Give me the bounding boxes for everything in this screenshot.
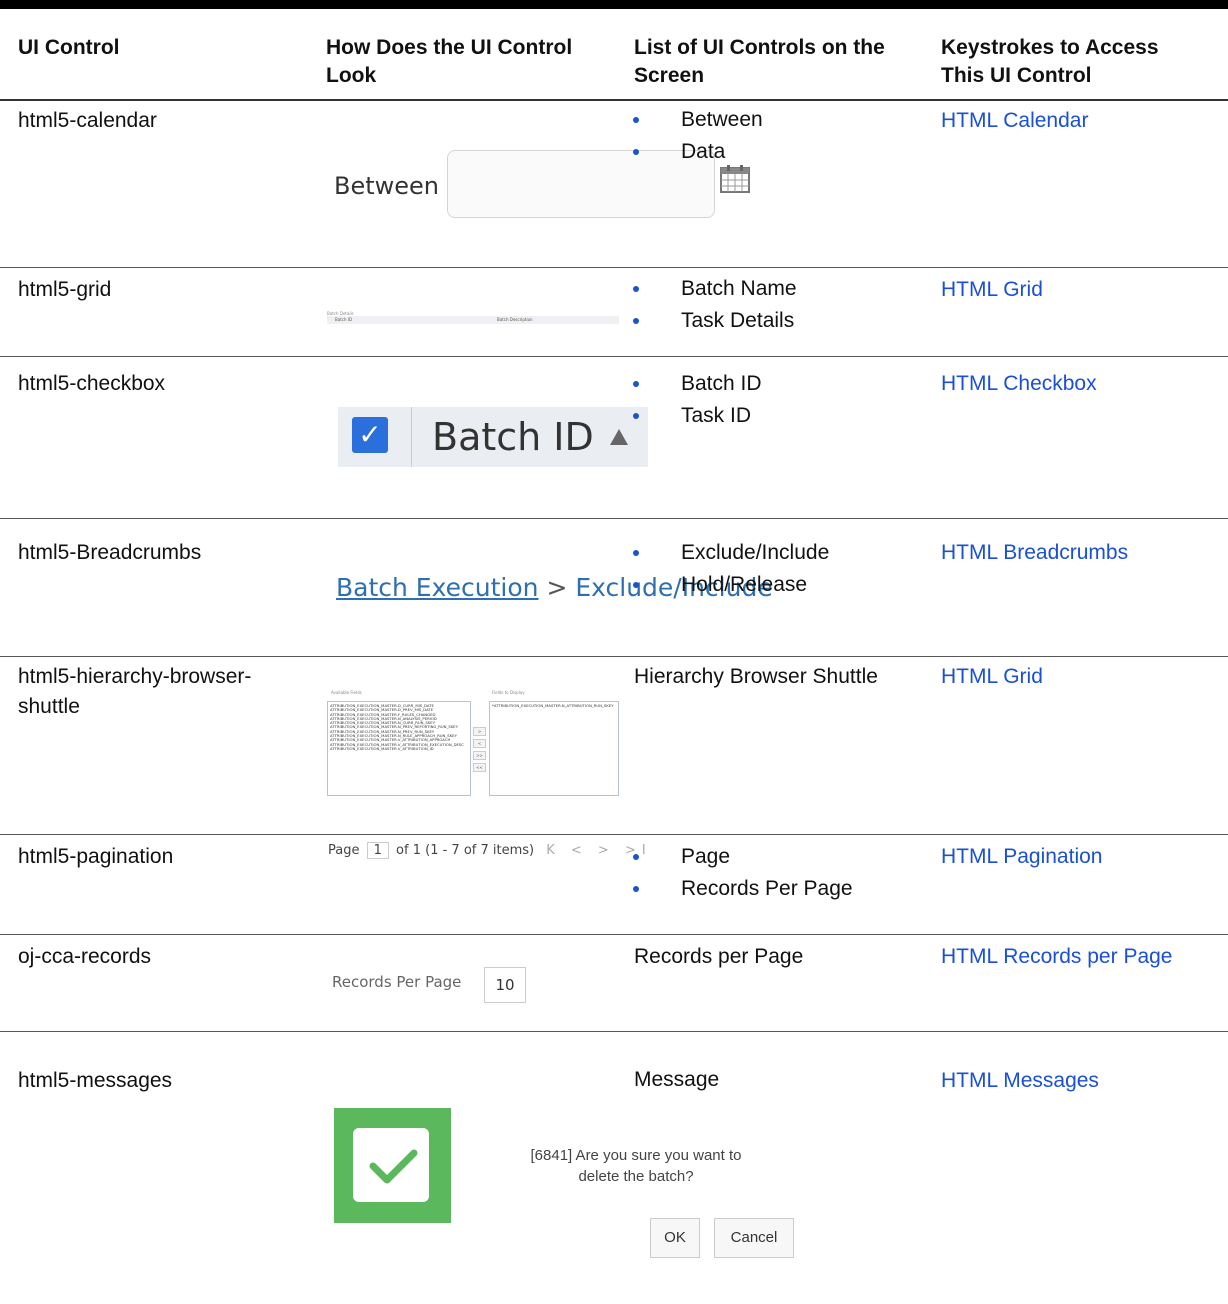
control-name: html5-grid [18,278,112,301]
list-item: Between [633,104,763,136]
pagination: Page 1 of 1 (1 - 7 of 7 items) K < > >I [328,842,652,859]
move-all-right-button[interactable]: >> [473,751,486,760]
available-fields-list[interactable]: ATTRIBUTION_EXECUTION_MASTER.D_CURR_MIS_… [327,701,471,796]
header-look-line2: Look [326,64,377,87]
control-list: Between Data [633,104,763,168]
control-name: oj-cca-records [18,945,152,968]
control-list-text: Message [634,1068,720,1091]
list-item: Exclude/Include [633,537,829,569]
available-fields-caption: Available Fields [331,690,362,695]
list-item[interactable]: ATTRIBUTION_EXECUTION_MASTER.V_ATTRIBUTI… [330,747,470,751]
list-item[interactable]: *ATTRIBUTION_EXECUTION_MASTER.N_ATTRIBUT… [490,702,618,708]
cancel-button[interactable]: Cancel [714,1218,794,1258]
header-look-line1: How Does the UI Control [326,36,573,59]
control-list: Exclude/Include Hold/Release [633,537,829,601]
grid-col-batch-id: Batch ID [335,317,353,322]
link-html-records-per-page[interactable]: HTML Records per Page [941,942,1172,972]
control-list-text: Hierarchy Browser Shuttle [634,665,878,688]
shuttle-thumbnail: Available Fields Fields to Display ATTRI… [326,690,621,798]
header-list-line2: Screen [634,64,705,87]
row-divider [0,518,1228,519]
header-divider [0,99,1228,101]
records-per-page-label: Records Per Page [332,973,462,991]
control-name: html5-pagination [18,845,174,868]
message-text: [6841] Are you sure you want to delete t… [486,1145,786,1187]
list-item: Hold/Release [633,569,829,601]
calendar-icon[interactable] [719,164,751,194]
move-left-button[interactable]: < [473,739,486,748]
list-item: Batch Name [633,273,797,305]
control-name: html5-hierarchy-browser- shuttle [18,662,251,722]
control-name-line2: shuttle [18,695,80,718]
header-list: List of UI Controls on the Screen [634,34,885,90]
top-rule [0,0,1228,9]
link-html-messages[interactable]: HTML Messages [941,1066,1099,1096]
calendar-label: Between [334,172,440,200]
fields-to-display-caption: Fields to Display [492,690,525,695]
control-list: Batch ID Task ID [633,368,762,432]
list-item: Batch ID [633,368,762,400]
grid-header-row: Batch ID Batch Description [327,316,619,324]
link-html-checkbox[interactable]: HTML Checkbox [941,369,1097,399]
move-all-left-button[interactable]: << [473,763,486,772]
header-keystrokes: Keystrokes to Access This UI Control [941,34,1159,90]
checkbox-thumbnail: ✓ Batch ID [338,407,648,467]
header-ui-control: UI Control [18,36,120,59]
control-list: Batch Name Task Details [633,273,797,337]
grid-col-batch-description: Batch Description [497,317,533,322]
list-item: Page [633,841,853,873]
sort-ascending-icon[interactable] [610,429,628,445]
link-html-breadcrumbs[interactable]: HTML Breadcrumbs [941,538,1128,568]
header-list-line1: List of UI Controls on the [634,36,885,59]
column-separator [411,407,412,467]
link-html-pagination[interactable]: HTML Pagination [941,842,1102,872]
link-html-calendar[interactable]: HTML Calendar [941,106,1088,136]
control-name: html5-checkbox [18,372,166,395]
control-name: html5-Breadcrumbs [18,541,202,564]
message-line1: [6841] Are you sure you want to [530,1147,742,1164]
move-right-button[interactable]: > [473,727,486,736]
header-keystrokes-line1: Keystrokes to Access [941,36,1159,59]
checkbox-checked[interactable]: ✓ [352,417,388,453]
list-item: Task ID [633,400,762,432]
control-name: html5-messages [18,1069,173,1092]
row-divider [0,656,1228,657]
control-name-line1: html5-hierarchy-browser- [18,665,252,688]
ok-button[interactable]: OK [650,1218,700,1258]
list-item: Data [633,136,763,168]
fields-to-display-list[interactable]: *ATTRIBUTION_EXECUTION_MASTER.N_ATTRIBUT… [489,701,619,796]
header-look: How Does the UI Control Look [326,34,572,90]
message-line2: delete the batch? [578,1168,694,1185]
link-html-grid[interactable]: HTML Grid [941,275,1043,305]
breadcrumb-separator: > [546,573,568,602]
control-list-text: Records per Page [634,945,804,968]
page-label: Page [328,843,360,858]
records-per-page-input[interactable]: 10 [484,967,526,1003]
item-range: (1 - 7 of 7 items) [425,843,535,858]
checkbox-column-label: Batch ID [432,415,594,459]
page-count: of 1 [396,843,421,858]
row-divider [0,934,1228,935]
row-divider [0,834,1228,835]
page-number-input[interactable]: 1 [366,842,389,859]
list-item: Records Per Page [633,873,853,905]
link-html-grid[interactable]: HTML Grid [941,662,1043,692]
breadcrumb-link[interactable]: Batch Execution [336,573,539,602]
control-name: html5-calendar [18,109,157,132]
records-per-page: Records Per Page 10 [332,967,526,1003]
success-check-icon [334,1108,451,1223]
grid-thumbnail: Batch Details Batch ID Batch Description [327,311,619,325]
control-list: Page Records Per Page [633,841,853,905]
list-item: Task Details [633,305,797,337]
header-keystrokes-line2: This UI Control [941,64,1092,87]
row-divider [0,356,1228,357]
row-divider [0,267,1228,268]
row-divider [0,1031,1228,1032]
